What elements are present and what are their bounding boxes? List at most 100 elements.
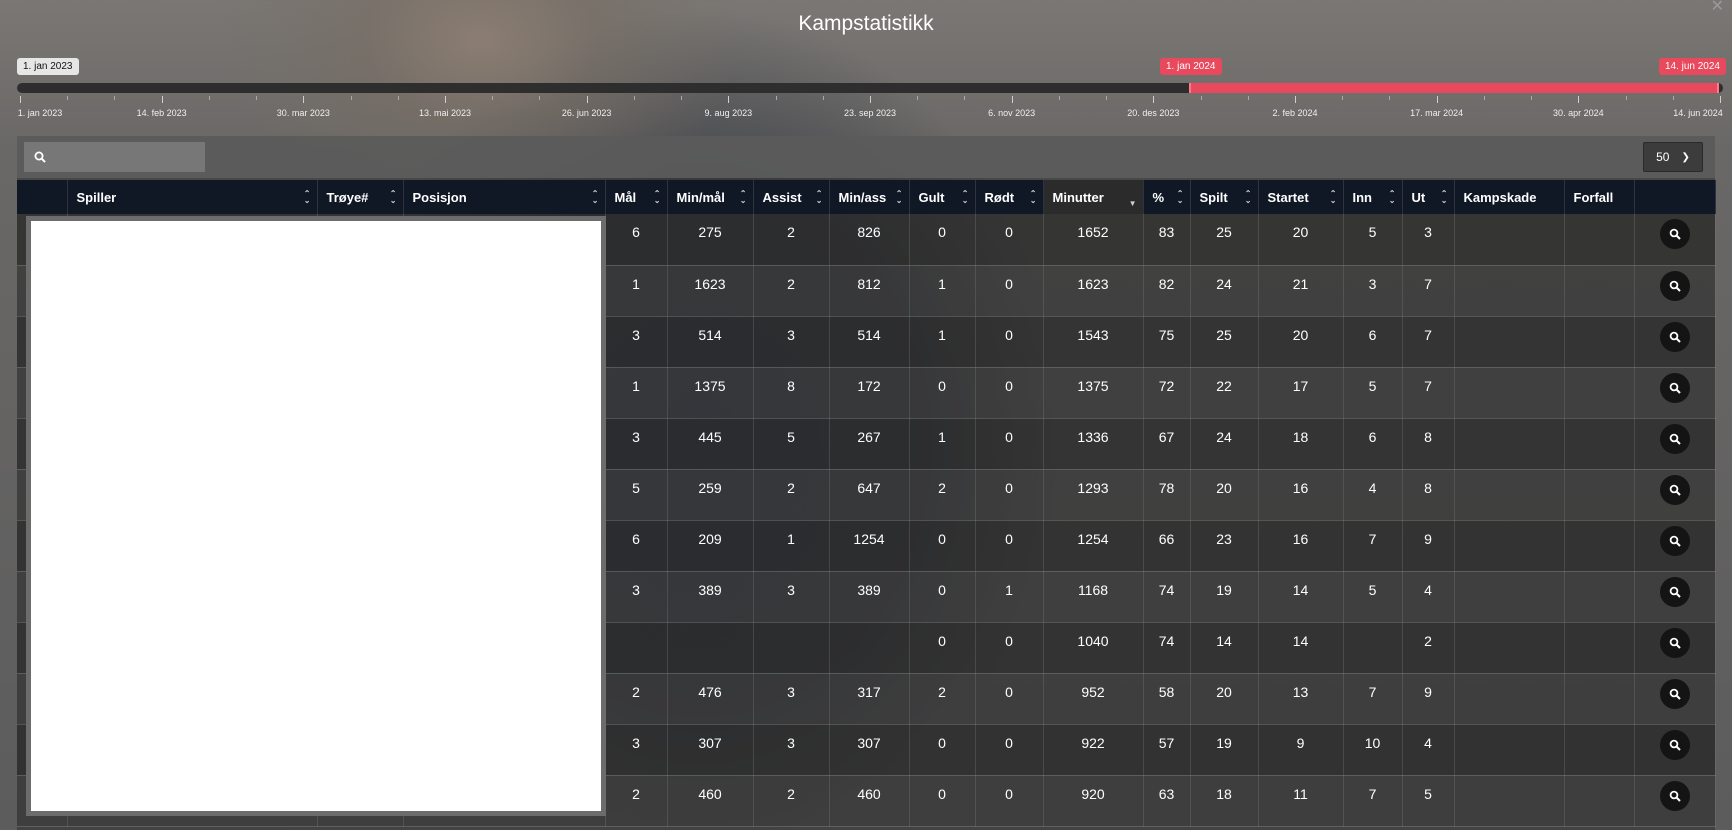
table-cell: 4 xyxy=(1402,724,1455,776)
sort-icon[interactable]: ⌃ ⌄ xyxy=(1245,190,1252,205)
sort-icon[interactable]: ⌃ ⌄ xyxy=(1441,190,1448,205)
sort-icon[interactable]: ⌃ ⌄ xyxy=(304,190,311,205)
sort-icon[interactable]: ⌃ ⌄ xyxy=(896,190,903,205)
slider-to-handle[interactable] xyxy=(1717,83,1719,93)
slider-from-handle[interactable] xyxy=(1189,83,1191,93)
table-cell: 2 xyxy=(753,214,830,266)
table-cell: 7 xyxy=(1402,316,1455,368)
table-cell-kampskade xyxy=(1454,622,1565,674)
slider-tick-label: 26. jun 2023 xyxy=(561,108,612,118)
magnifier-icon[interactable] xyxy=(1659,219,1690,249)
table-cell: 24 xyxy=(1190,418,1259,470)
table-cell: 1336 xyxy=(1043,418,1144,470)
column-header-gult[interactable]: Gult ⌃ ⌄ xyxy=(909,180,976,214)
table-cell: 1 xyxy=(909,418,976,470)
slider-tick-label: 23. sep 2023 xyxy=(843,108,897,118)
table-cell: 3 xyxy=(605,571,668,623)
table-cell: 5 xyxy=(1343,214,1403,266)
table-cell: 57 xyxy=(1143,724,1191,776)
page-size-value: 50 xyxy=(1656,150,1670,164)
column-header--[interactable]: % ⌃ ⌄ xyxy=(1143,180,1191,214)
column-header-min-ass[interactable]: Min/ass ⌃ ⌄ xyxy=(829,180,910,214)
table-cell-action xyxy=(1634,214,1716,266)
table-cell: 9 xyxy=(1258,724,1344,776)
sort-icon[interactable]: ⌃ ⌄ xyxy=(390,190,397,205)
table-cell-action xyxy=(1634,673,1716,725)
sort-icon[interactable]: ▼ xyxy=(1129,193,1137,208)
slider-tick-label: 14. feb 2023 xyxy=(136,108,187,118)
column-header-ut[interactable]: Ut ⌃ ⌄ xyxy=(1402,180,1455,214)
table-cell: 389 xyxy=(667,571,754,623)
table-cell: 16 xyxy=(1258,520,1344,572)
table-cell: 8 xyxy=(1402,469,1455,521)
table-cell: 58 xyxy=(1143,673,1191,725)
magnifier-icon[interactable] xyxy=(1659,372,1690,403)
column-header-label: Forfall xyxy=(1573,189,1614,205)
slider-major-tick xyxy=(1153,96,1155,103)
slider-tick-label: 30. mar 2023 xyxy=(276,108,330,118)
search-field[interactable] xyxy=(24,142,205,172)
magnifier-icon[interactable] xyxy=(1659,321,1690,352)
magnifier-icon[interactable] xyxy=(1659,576,1690,607)
table-cell-action xyxy=(1634,418,1716,470)
column-header-label: Rødt xyxy=(984,189,1015,205)
sort-icon[interactable]: ⌃ ⌄ xyxy=(1389,190,1396,205)
sort-icon[interactable]: ⌃ ⌄ xyxy=(740,190,747,205)
table-cell: 13 xyxy=(1258,673,1344,725)
column-header-assist[interactable]: Assist ⌃ ⌄ xyxy=(753,180,830,214)
magnifier-icon[interactable] xyxy=(1659,474,1690,505)
page-size-select[interactable]: 50 ❯ xyxy=(1643,142,1703,172)
sort-icon[interactable]: ⌃ ⌄ xyxy=(654,190,661,205)
magnifier-icon[interactable] xyxy=(1659,627,1690,658)
column-header-mål[interactable]: Mål ⌃ ⌄ xyxy=(605,180,668,214)
table-cell: 67 xyxy=(1143,418,1191,470)
column-header-min-mål[interactable]: Min/mål ⌃ ⌄ xyxy=(667,180,754,214)
table-cell: 8 xyxy=(1402,418,1455,470)
table-cell-action xyxy=(1634,724,1716,776)
table-cell: 952 xyxy=(1043,673,1144,725)
magnifier-icon[interactable] xyxy=(1659,729,1690,760)
table-cell-kampskade xyxy=(1454,724,1565,776)
table-cell xyxy=(829,622,910,674)
column-header-trøye-[interactable]: Trøye# ⌃ ⌄ xyxy=(317,180,404,214)
search-icon xyxy=(34,151,46,163)
table-cell-action xyxy=(1634,775,1716,827)
date-range-slider[interactable]: 1. jan 2023 1. jan 2024 14. jun 2024 1. … xyxy=(17,56,1726,118)
sort-icon[interactable]: ⌃ ⌄ xyxy=(592,190,599,205)
table-cell-forfall xyxy=(1564,367,1635,419)
slider-minor-tick xyxy=(397,96,399,100)
sort-icon[interactable]: ⌃ ⌄ xyxy=(1177,190,1184,205)
table-cell-forfall xyxy=(1564,214,1635,266)
table-cell: 514 xyxy=(667,316,754,368)
column-header-inn[interactable]: Inn ⌃ ⌄ xyxy=(1343,180,1403,214)
magnifier-icon[interactable] xyxy=(1659,780,1690,811)
magnifier-icon[interactable] xyxy=(1659,270,1690,301)
sort-icon[interactable]: ⌃ ⌄ xyxy=(1030,190,1037,205)
table-cell: 8 xyxy=(753,367,830,419)
column-header-spiller[interactable]: Spiller ⌃ ⌄ xyxy=(67,180,318,214)
table-cell: 6 xyxy=(1343,316,1403,368)
sort-icon[interactable]: ⌃ ⌄ xyxy=(1330,190,1337,205)
column-header-startet[interactable]: Startet ⌃ ⌄ xyxy=(1258,180,1344,214)
table-cell: 922 xyxy=(1043,724,1144,776)
column-header-spilt[interactable]: Spilt ⌃ ⌄ xyxy=(1190,180,1259,214)
table-cell: 5 xyxy=(605,469,668,521)
table-cell: 5 xyxy=(1343,571,1403,623)
search-input[interactable] xyxy=(54,150,194,164)
table-cell: 5 xyxy=(1343,367,1403,419)
slider-minor-tick xyxy=(1247,96,1249,100)
table-cell: 14 xyxy=(1190,622,1259,674)
column-header-minutter[interactable]: Minutter ▼ xyxy=(1043,180,1144,214)
table-toolbar: 50 ❯ xyxy=(17,136,1715,178)
column-header-posisjon[interactable]: Posisjon ⌃ ⌄ xyxy=(403,180,606,214)
sort-icon[interactable]: ⌃ ⌄ xyxy=(816,190,823,205)
table-cell: 6 xyxy=(605,214,668,266)
column-header-rødt[interactable]: Rødt ⌃ ⌄ xyxy=(975,180,1044,214)
slider-from-label: 1. jan 2024 xyxy=(1160,58,1222,75)
magnifier-icon[interactable] xyxy=(1659,678,1690,709)
magnifier-icon[interactable] xyxy=(1659,525,1690,556)
table-cell-action xyxy=(1634,520,1716,572)
table-cell: 17 xyxy=(1258,367,1344,419)
sort-icon[interactable]: ⌃ ⌄ xyxy=(962,190,969,205)
magnifier-icon[interactable] xyxy=(1659,423,1690,454)
